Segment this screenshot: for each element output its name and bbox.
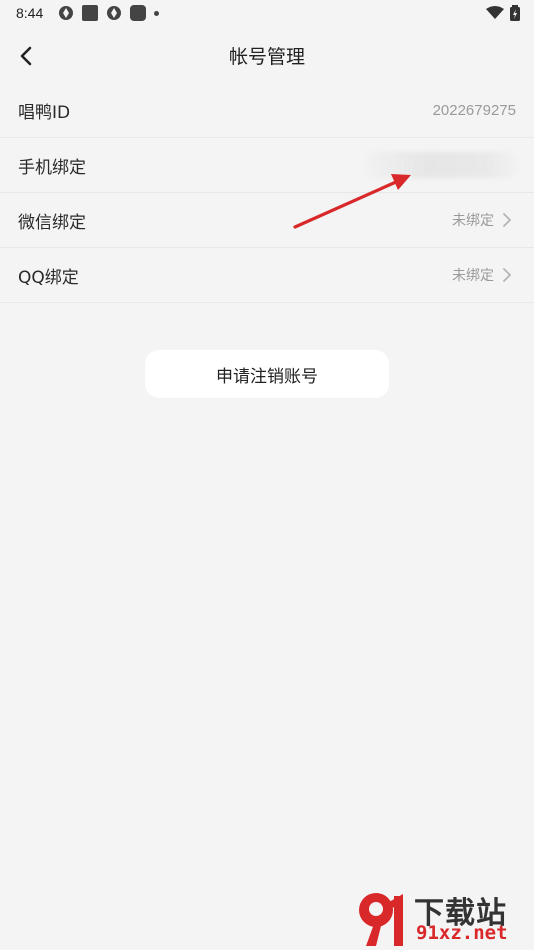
row-label: 唱鸭ID [18, 102, 71, 123]
more-notifications-icon [154, 10, 159, 16]
wifi-icon [486, 6, 504, 19]
status-bar: 8:44 [0, 0, 534, 26]
row-label: QQ绑定 [18, 267, 79, 288]
wechat-status: 未绑定 [452, 213, 494, 229]
header: 帐号管理 [0, 32, 534, 80]
row-phone-binding[interactable]: 手机绑定 [0, 138, 534, 193]
battery-icon [510, 5, 520, 21]
row-label: 手机绑定 [18, 157, 86, 178]
user-id-value: 2022679275 [432, 101, 516, 119]
app-square-icon [130, 5, 146, 21]
account-list: 唱鸭ID 2022679275 手机绑定 微信绑定 未绑定 QQ绑定 未绑定 [0, 83, 534, 303]
row-label: 微信绑定 [18, 212, 86, 233]
row-user-id: 唱鸭ID 2022679275 [0, 83, 534, 138]
row-qq-binding[interactable]: QQ绑定 未绑定 [0, 248, 534, 303]
watermark-logo-icon [359, 893, 403, 946]
app-square-icon [82, 5, 98, 21]
aperture-icon [59, 6, 73, 20]
watermark-domain: 91xz.net [416, 922, 508, 944]
qq-status: 未绑定 [452, 268, 494, 284]
system-icons [486, 5, 520, 21]
deactivate-account-button[interactable]: 申请注销账号 [145, 350, 389, 398]
status-time: 8:44 [16, 5, 44, 21]
chevron-right-icon [503, 213, 511, 227]
aperture-icon [107, 6, 121, 20]
watermark: 下载站 91xz.net [352, 888, 530, 948]
page-title: 帐号管理 [228, 46, 305, 68]
chevron-right-icon [503, 268, 511, 282]
blurred-phone-number [366, 152, 516, 178]
row-wechat-binding[interactable]: 微信绑定 未绑定 [0, 193, 534, 248]
notification-icons [58, 5, 159, 21]
